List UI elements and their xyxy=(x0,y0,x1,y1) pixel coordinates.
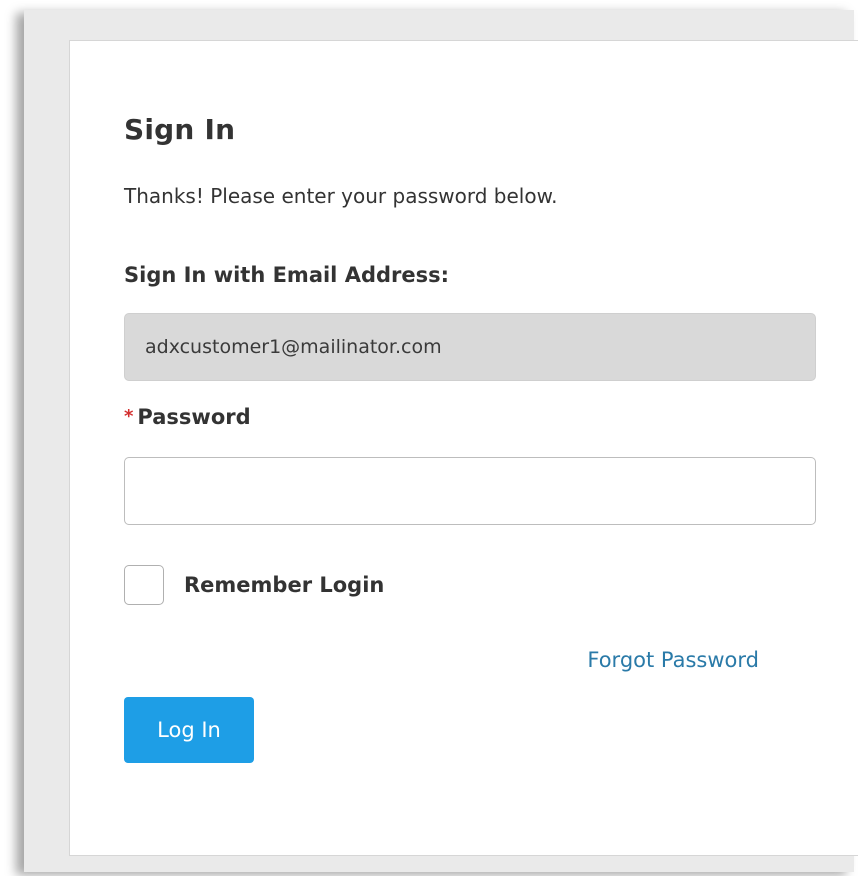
page-title: Sign In xyxy=(124,113,236,146)
remember-login-label[interactable]: Remember Login xyxy=(184,573,384,597)
required-marker: * xyxy=(124,406,134,427)
remember-login-checkbox[interactable] xyxy=(124,565,164,605)
password-label-text: Password xyxy=(137,405,251,429)
sign-in-panel: Sign In Thanks! Please enter your passwo… xyxy=(24,10,858,872)
email-field: adxcustomer1@mailinator.com xyxy=(124,313,816,381)
login-button[interactable]: Log In xyxy=(124,697,254,763)
forgot-password-link[interactable]: Forgot Password xyxy=(587,648,759,672)
sign-in-card: Sign In Thanks! Please enter your passwo… xyxy=(69,40,858,856)
remember-login-row: Remember Login xyxy=(124,564,384,606)
password-input[interactable] xyxy=(124,457,816,525)
email-label: Sign In with Email Address: xyxy=(124,263,450,287)
sign-in-instructions: Thanks! Please enter your password below… xyxy=(124,184,558,208)
password-label: * Password xyxy=(124,405,251,429)
email-value: adxcustomer1@mailinator.com xyxy=(145,336,442,358)
